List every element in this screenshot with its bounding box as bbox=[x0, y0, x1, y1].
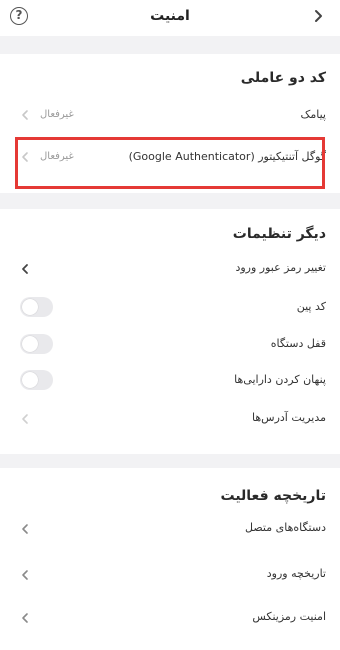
ramzinex-security-label: امنیت رمزینکس bbox=[252, 610, 326, 623]
hide-assets-toggle[interactable] bbox=[20, 370, 53, 390]
chevron-left-icon bbox=[22, 264, 28, 274]
sms-status: غیرفعال bbox=[40, 109, 74, 120]
chevron-left-icon bbox=[22, 613, 28, 623]
device-lock-toggle[interactable] bbox=[20, 334, 53, 354]
manage-addresses-row[interactable]: مدیریت آدرس‌ها bbox=[0, 406, 340, 434]
hide-assets-label: پنهان کردن دارایی‌ها bbox=[234, 373, 326, 386]
device-lock-row: قفل دستگاه bbox=[0, 333, 340, 357]
section-title-other-settings: دیگر تنظیمات bbox=[232, 226, 326, 242]
login-history-label: تاریخچه ورود bbox=[266, 567, 326, 580]
chevron-left-icon bbox=[22, 524, 28, 534]
section-divider bbox=[0, 454, 340, 468]
sms-row[interactable]: پیامک غیرفعال bbox=[0, 98, 340, 132]
connected-devices-label: دستگاه‌های متصل bbox=[245, 521, 326, 534]
chevron-left-icon bbox=[22, 414, 28, 424]
highlight-box bbox=[15, 137, 325, 189]
chevron-left-icon bbox=[22, 570, 28, 580]
pin-code-row: کد پین bbox=[0, 296, 340, 320]
pin-code-toggle[interactable] bbox=[20, 297, 53, 317]
login-history-row[interactable]: تاریخچه ورود bbox=[0, 562, 340, 590]
pin-code-label: کد پین bbox=[296, 300, 326, 313]
change-password-label: تغییر رمز عبور ورود bbox=[235, 261, 326, 274]
section-title-activity: تاریخچه فعالیت bbox=[220, 488, 327, 504]
manage-addresses-label: مدیریت آدرس‌ها bbox=[251, 411, 326, 424]
top-bar: ? امنیت bbox=[0, 0, 340, 36]
section-divider bbox=[0, 36, 340, 54]
hide-assets-row: پنهان کردن دارایی‌ها bbox=[0, 369, 340, 393]
page-title: امنیت bbox=[150, 8, 190, 24]
chevron-left-icon bbox=[22, 110, 28, 120]
ramzinex-security-row[interactable]: امنیت رمزینکس bbox=[0, 605, 340, 633]
back-chevron-icon[interactable] bbox=[310, 6, 328, 26]
section-title-two-factor: کد دو عاملی bbox=[240, 70, 326, 86]
change-password-row[interactable]: تغییر رمز عبور ورود bbox=[0, 256, 340, 284]
connected-devices-row[interactable]: دستگاه‌های متصل bbox=[0, 516, 340, 544]
section-divider bbox=[0, 193, 340, 209]
sms-label: پیامک bbox=[300, 108, 326, 121]
device-lock-label: قفل دستگاه bbox=[270, 337, 326, 350]
